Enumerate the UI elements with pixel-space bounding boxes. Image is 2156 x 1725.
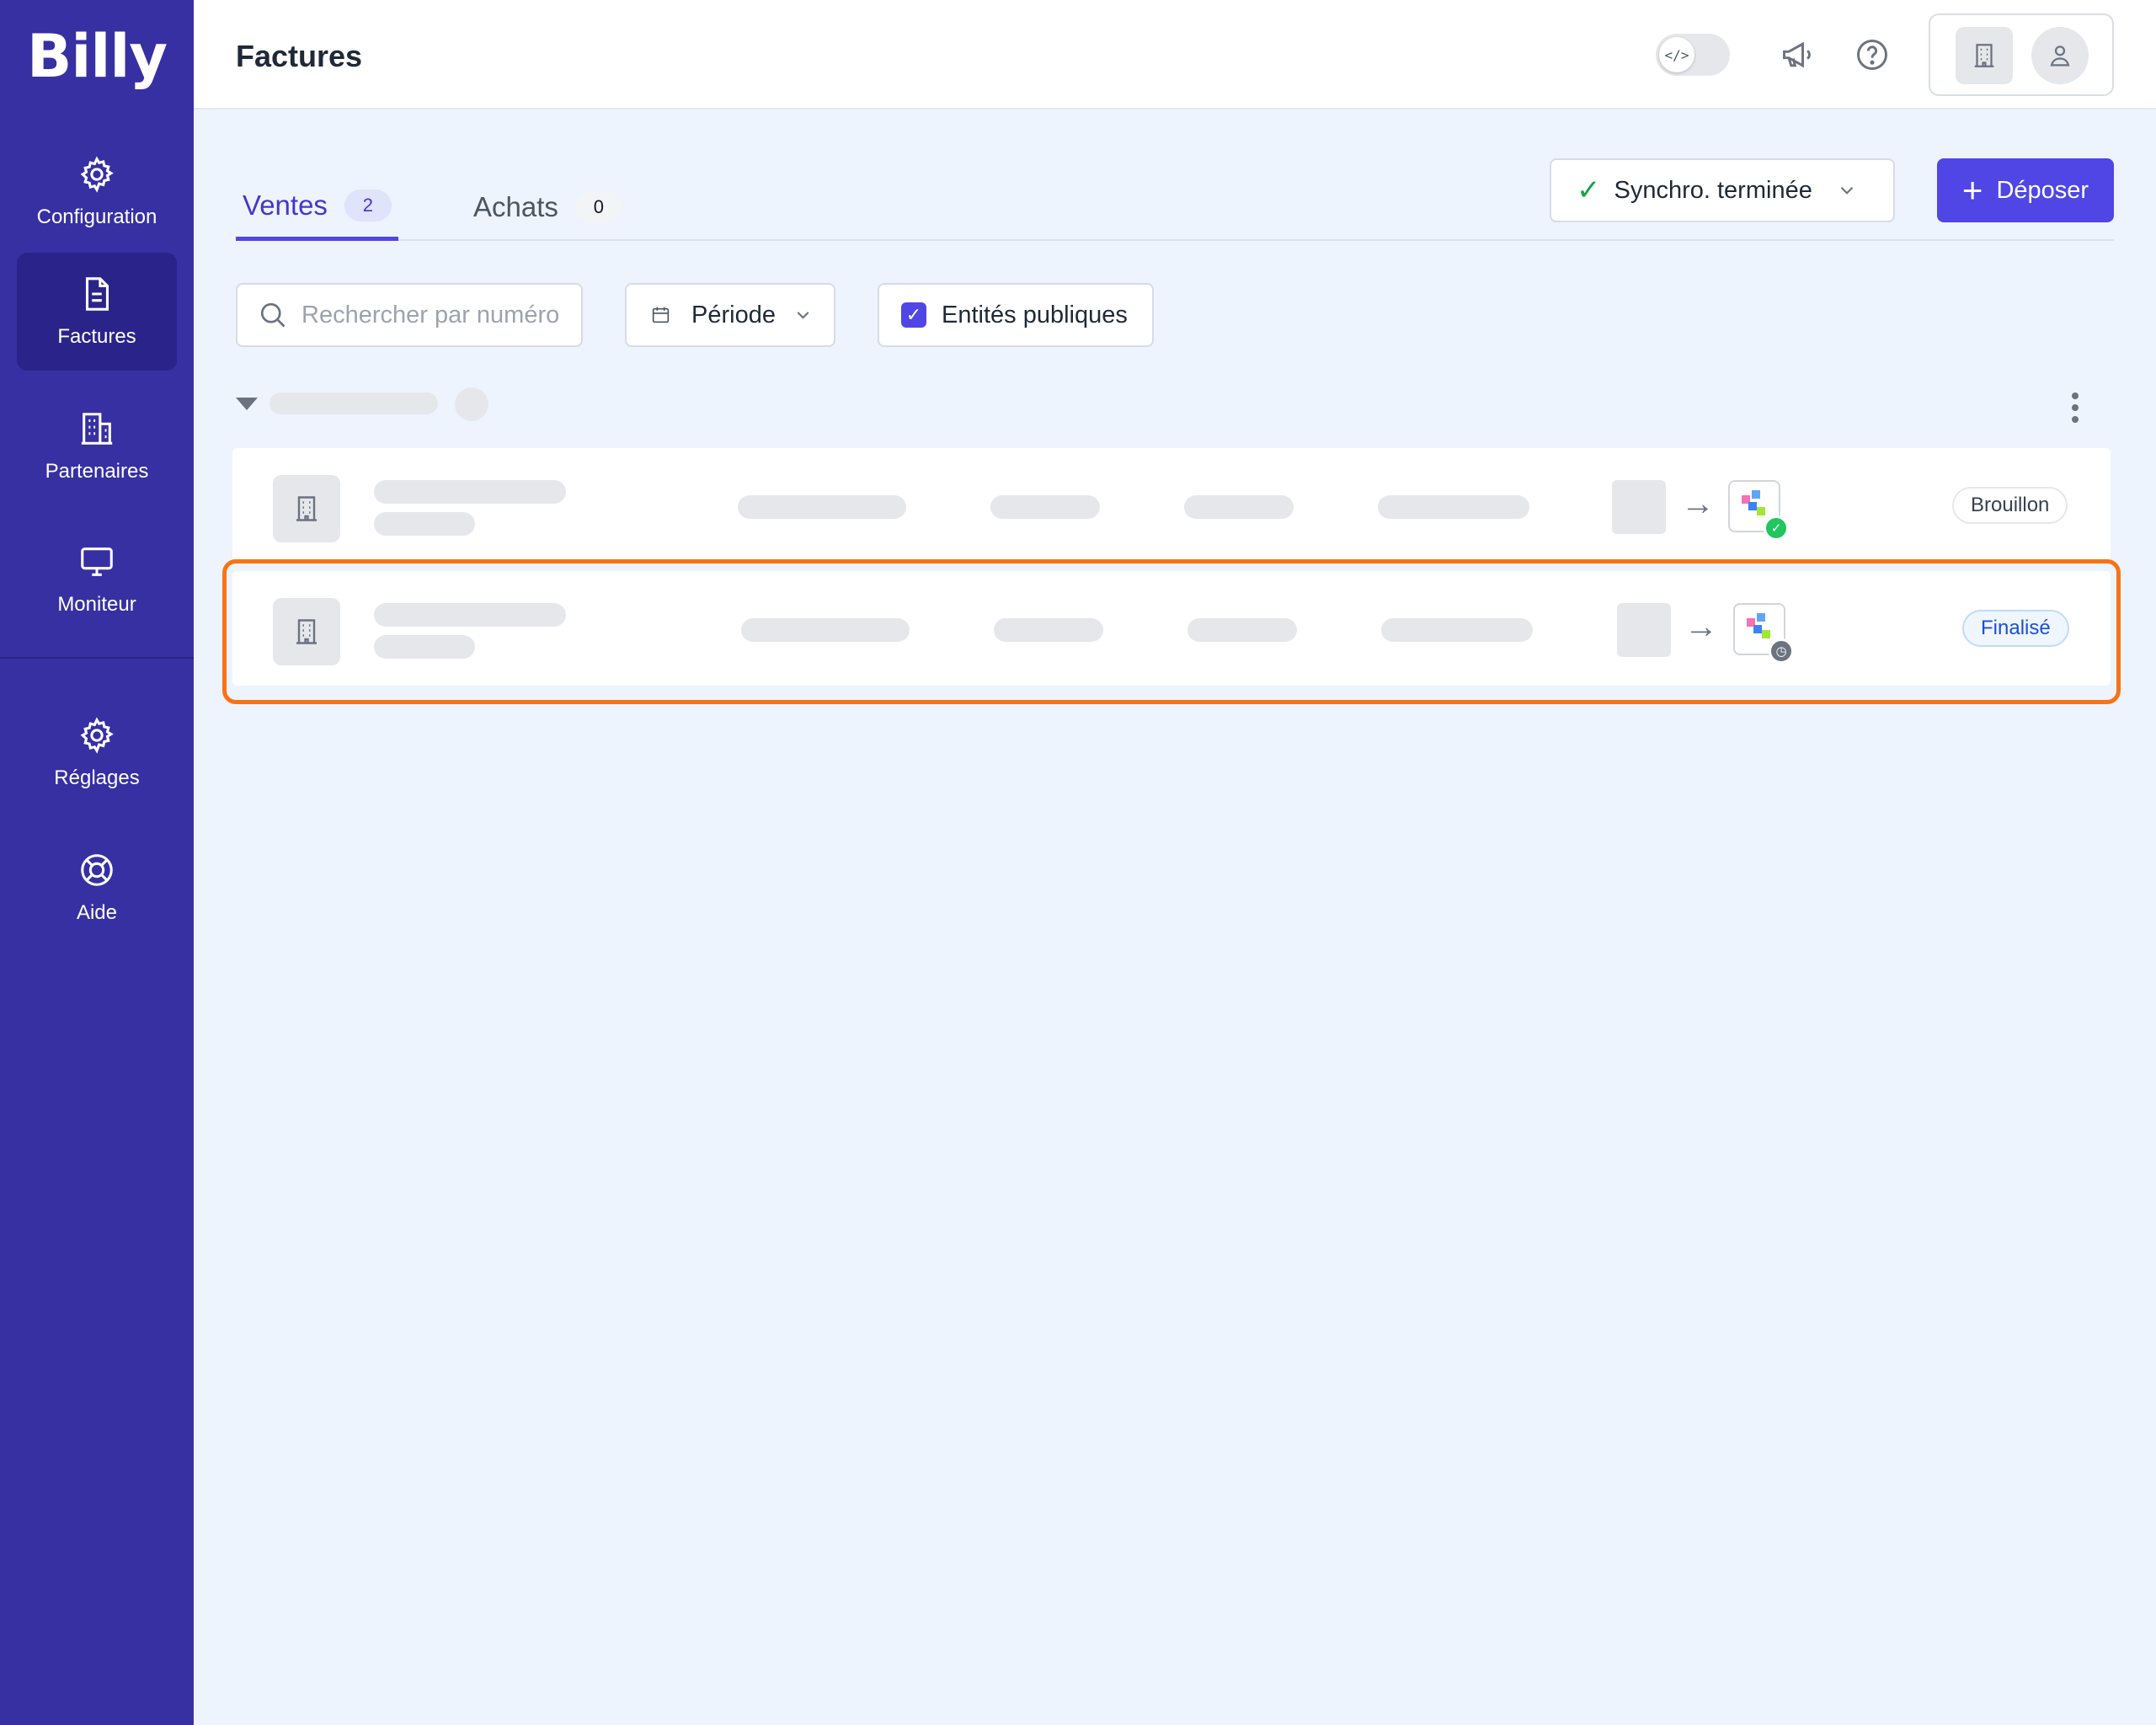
client-name-placeholder	[374, 480, 566, 504]
more-options-icon[interactable]	[2072, 393, 2082, 423]
checkbox[interactable]: ✓	[901, 302, 926, 328]
deposit-label: Déposer	[1996, 176, 2089, 204]
logo: Billy	[27, 22, 168, 91]
plus-icon: +	[1961, 170, 1983, 210]
chevron-down-icon	[1840, 186, 1854, 195]
sidebar-divider	[0, 657, 194, 659]
sidebar-item-aide[interactable]: Aide	[17, 829, 177, 947]
header: Factures </>	[194, 0, 2156, 109]
code-icon: </>	[1659, 37, 1694, 72]
user-icon	[2050, 45, 2070, 67]
sidebar-item-factures[interactable]: Factures	[17, 253, 177, 371]
public-entities-filter[interactable]: ✓ Entités publiques	[878, 283, 1154, 347]
source-logo-placeholder	[1612, 480, 1666, 534]
sidebar-item-reglages[interactable]: Réglages	[17, 694, 177, 812]
help-icon[interactable]	[1851, 34, 1893, 76]
period-label: Période	[691, 301, 776, 328]
calendar-icon	[652, 307, 670, 323]
sidebar: Billy Configuration Factures Partenaires…	[0, 0, 194, 1725]
sidebar-item-label: Moniteur	[57, 593, 136, 616]
sidebar-item-partenaires[interactable]: Partenaires	[17, 387, 177, 505]
sync-label: Synchro. terminée	[1614, 176, 1812, 204]
avatar[interactable]	[2031, 27, 2089, 84]
tab-label: Ventes	[243, 189, 328, 221]
sidebar-item-moniteur[interactable]: Moniteur	[17, 521, 177, 638]
client-id-placeholder	[374, 512, 475, 536]
deposit-button[interactable]: + Déposer	[1937, 158, 2114, 222]
gear-icon	[80, 156, 114, 193]
selection-highlight	[222, 559, 2121, 704]
search-input[interactable]	[302, 301, 563, 329]
document-icon	[85, 277, 109, 311]
success-check-icon: ✓	[1764, 515, 1789, 541]
account-menu[interactable]	[1929, 13, 2114, 96]
monitor-icon	[81, 547, 113, 576]
sync-status-dropdown[interactable]: ✓ Synchro. terminée	[1550, 158, 1895, 222]
dev-mode-toggle[interactable]: </>	[1656, 34, 1730, 76]
sidebar-item-label: Réglages	[54, 766, 140, 789]
invoice-row[interactable]: → ✓ Brouillon	[232, 448, 2111, 563]
tab-ventes[interactable]: Ventes 2	[236, 174, 398, 241]
organization-button[interactable]	[1956, 27, 2013, 84]
period-filter[interactable]: Période	[625, 283, 835, 347]
sidebar-item-label: Partenaires	[45, 460, 149, 483]
arrow-right-icon: →	[1681, 485, 1715, 522]
cell-placeholder	[990, 495, 1100, 519]
status-badge: Brouillon	[1952, 487, 2068, 524]
building-icon	[81, 413, 113, 445]
sidebar-item-label: Factures	[57, 325, 136, 348]
cell-placeholder	[1184, 495, 1294, 519]
platform-logo-icon: ✓	[1728, 480, 1789, 541]
building-icon	[273, 475, 340, 542]
tab-achats[interactable]: Achats 0	[473, 174, 622, 241]
group-title-placeholder	[270, 393, 438, 414]
cell-placeholder	[738, 495, 906, 519]
check-icon: ✓	[1577, 174, 1601, 206]
building-icon	[1974, 44, 1994, 67]
cell-placeholder	[1378, 495, 1529, 519]
group-count-placeholder	[455, 387, 488, 421]
sidebar-item-label: Aide	[76, 901, 118, 924]
collapse-caret-icon[interactable]	[236, 398, 258, 410]
chevron-down-icon	[797, 312, 809, 319]
lifebuoy-icon	[81, 854, 113, 886]
sidebar-item-configuration[interactable]: Configuration	[17, 133, 177, 251]
public-entities-label: Entités publiques	[942, 301, 1128, 328]
tab-label: Achats	[473, 191, 558, 222]
page-title: Factures	[236, 39, 363, 73]
search-field[interactable]	[236, 283, 583, 347]
search-icon	[260, 302, 286, 328]
megaphone-icon[interactable]	[1777, 34, 1819, 76]
tab-count-badge: 2	[344, 189, 392, 222]
sidebar-item-label: Configuration	[36, 206, 157, 228]
tab-count-badge: 0	[574, 191, 622, 223]
gear-icon	[80, 717, 114, 754]
